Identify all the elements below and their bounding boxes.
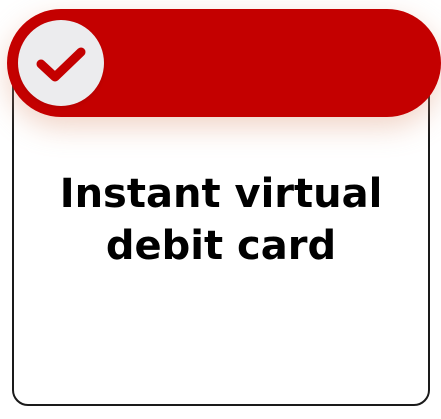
feature-title-line2: debit card	[105, 223, 337, 269]
checkmark-icon	[36, 47, 86, 82]
check-circle-icon	[18, 20, 104, 106]
feature-title: Instant virtual debit card	[14, 168, 428, 272]
feature-title-line1: Instant virtual	[59, 171, 383, 217]
